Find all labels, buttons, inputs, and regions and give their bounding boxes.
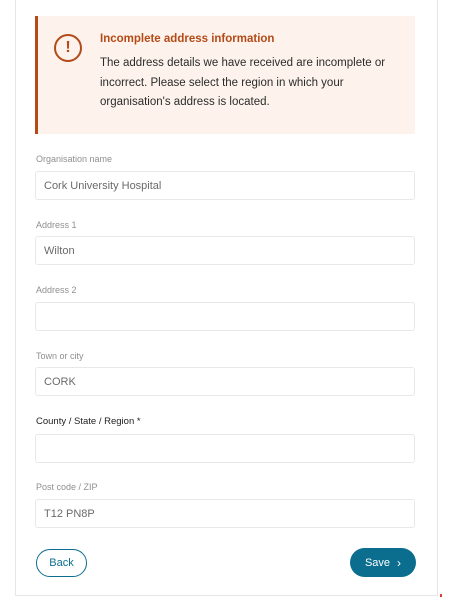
incomplete-address-alert: ! Incomplete address information The add… xyxy=(35,16,415,134)
postcode-input[interactable] xyxy=(35,499,415,528)
organisation-name-input[interactable] xyxy=(35,171,415,200)
back-button[interactable]: Back xyxy=(36,549,87,577)
form-card: ! Incomplete address information The add… xyxy=(15,0,438,596)
decorative-mark xyxy=(440,594,442,597)
town-label: Town or city xyxy=(36,351,84,361)
county-label: County / State / Region * xyxy=(36,416,141,427)
save-button[interactable]: Save › xyxy=(350,548,416,577)
alert-title: Incomplete address information xyxy=(100,33,275,45)
alert-message: The address details we have received are… xyxy=(100,57,386,108)
address1-label: Address 1 xyxy=(36,220,77,230)
address2-label: Address 2 xyxy=(36,285,77,295)
warning-circle-icon: ! xyxy=(54,34,82,62)
address2-input[interactable] xyxy=(35,302,415,331)
organisation-name-label: Organisation name xyxy=(36,154,113,164)
address1-input[interactable] xyxy=(35,236,415,265)
town-input[interactable] xyxy=(35,367,415,396)
postcode-label: Post code / ZIP xyxy=(36,482,98,492)
save-button-label: Save xyxy=(364,556,391,569)
county-input[interactable] xyxy=(35,434,415,463)
chevron-right-icon: › xyxy=(397,555,402,570)
